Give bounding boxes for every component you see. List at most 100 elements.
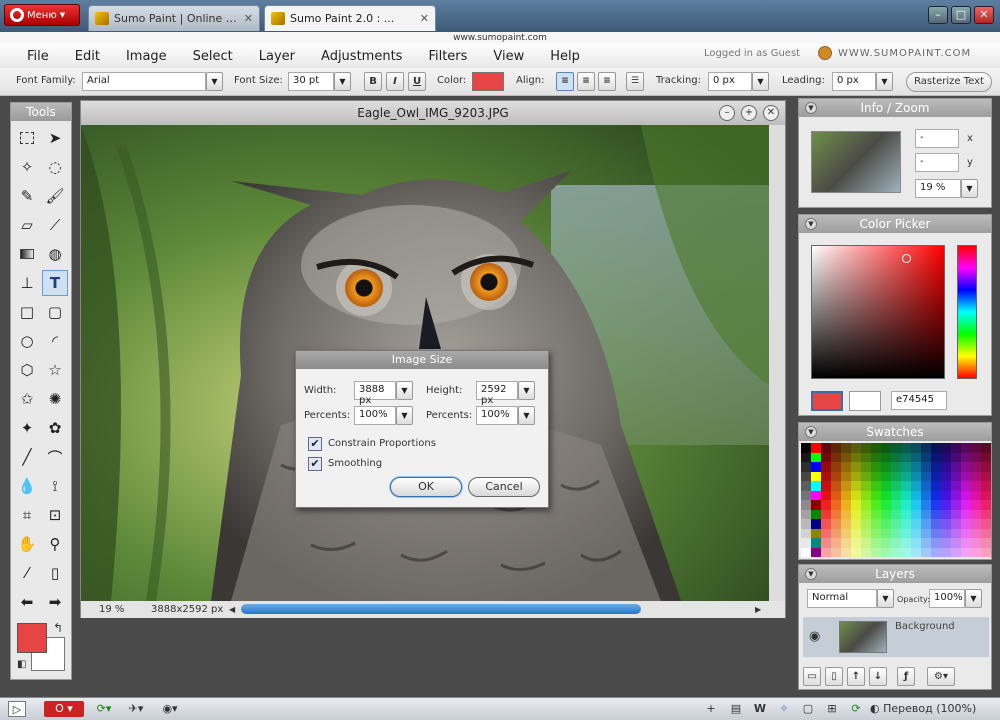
swatch-cell[interactable]: [901, 462, 911, 472]
horizontal-scroll-thumb[interactable]: [241, 604, 641, 614]
swatch-cell[interactable]: [971, 538, 981, 548]
swatch-cell[interactable]: [971, 490, 981, 500]
swatch-cell[interactable]: [831, 471, 841, 481]
swatch-cell[interactable]: [811, 490, 821, 500]
align-center-button[interactable]: ≡: [577, 72, 595, 91]
swatch-cell[interactable]: [981, 471, 991, 481]
navigator-thumbnail[interactable]: [811, 131, 901, 193]
swatch-cell[interactable]: [931, 547, 941, 557]
menu-help[interactable]: Help: [537, 49, 593, 64]
swatch-cell[interactable]: [821, 452, 831, 462]
swatch-cell[interactable]: [901, 538, 911, 548]
hand-tool-icon[interactable]: ✋: [14, 531, 40, 557]
collapse-icon[interactable]: ▼: [805, 218, 817, 230]
menu-view[interactable]: View: [480, 49, 537, 64]
delete-layer-icon[interactable]: ▯: [825, 667, 843, 686]
doc-close-icon[interactable]: ✕: [763, 105, 779, 121]
swatch-cell[interactable]: [871, 490, 881, 500]
swatch-cell[interactable]: [861, 538, 871, 548]
zoom-input[interactable]: 19 %: [915, 179, 961, 198]
swatch-cell[interactable]: [931, 509, 941, 519]
swatch-cell[interactable]: [951, 452, 961, 462]
swatch-cell[interactable]: [971, 443, 981, 453]
minimize-button[interactable]: –: [928, 6, 948, 24]
collapse-icon[interactable]: ▼: [805, 426, 817, 438]
new-layer-icon[interactable]: ▭: [803, 667, 821, 686]
font-family-input[interactable]: Arial: [82, 72, 206, 91]
swatch-cell[interactable]: [871, 500, 881, 510]
swatch-cell[interactable]: [951, 443, 961, 453]
add-icon[interactable]: +: [704, 701, 718, 717]
swatch-cell[interactable]: [821, 538, 831, 548]
swatch-cell[interactable]: [941, 509, 951, 519]
swatch-cell[interactable]: [831, 452, 841, 462]
swatch-cell[interactable]: [821, 462, 831, 472]
leading-input[interactable]: 0 px: [832, 72, 876, 91]
swatch-cell[interactable]: [891, 547, 901, 557]
ellipse-tool-icon[interactable]: ○: [14, 328, 40, 354]
swatch-cell[interactable]: [911, 519, 921, 529]
panel-toggle-icon[interactable]: ▷: [8, 701, 26, 717]
text-color-swatch[interactable]: [472, 72, 504, 91]
fill-tool-icon[interactable]: ◍: [42, 241, 68, 267]
cancel-button[interactable]: Cancel: [468, 477, 540, 497]
tracking-input[interactable]: 0 px: [708, 72, 752, 91]
star-tool-icon[interactable]: ☆: [42, 357, 68, 383]
swatch-cell[interactable]: [951, 471, 961, 481]
swatch-cell[interactable]: [821, 509, 831, 519]
swatch-cell[interactable]: [881, 490, 891, 500]
swatch-cell[interactable]: [951, 462, 961, 472]
swatch-cell[interactable]: [961, 471, 971, 481]
swatch-cell[interactable]: [801, 547, 811, 557]
swatch-cell[interactable]: [911, 471, 921, 481]
italic-button[interactable]: I: [386, 72, 404, 91]
opera-menu-button[interactable]: Меню ▼: [4, 4, 80, 26]
swatch-cell[interactable]: [911, 528, 921, 538]
swatch-cell[interactable]: [941, 547, 951, 557]
swatch-cell[interactable]: [871, 547, 881, 557]
swatch-cell[interactable]: [981, 538, 991, 548]
swatch-cell[interactable]: [951, 481, 961, 491]
swatch-cell[interactable]: [931, 471, 941, 481]
collapse-icon[interactable]: ▼: [805, 568, 817, 580]
height-unit-dropdown[interactable]: ▼: [518, 381, 535, 400]
width-input[interactable]: 3888 px: [354, 381, 396, 406]
swatch-cell[interactable]: [891, 538, 901, 548]
polygon-tool-icon[interactable]: ⬡: [14, 357, 40, 383]
underline-button[interactable]: U: [408, 72, 426, 91]
document-icon[interactable]: ▢: [800, 701, 816, 717]
window-close-button[interactable]: ✕: [974, 6, 994, 24]
menu-layer[interactable]: Layer: [246, 49, 308, 64]
blend-mode-dropdown[interactable]: ▼: [877, 589, 894, 608]
swatch-cell[interactable]: [811, 519, 821, 529]
swatch-cell[interactable]: [831, 462, 841, 472]
rounded-rect-tool-icon[interactable]: ▢: [42, 299, 68, 325]
swatch-cell[interactable]: [851, 443, 861, 453]
swatch-cell[interactable]: [971, 519, 981, 529]
swatch-cell[interactable]: [881, 519, 891, 529]
swatch-cell[interactable]: [841, 528, 851, 538]
color-cursor[interactable]: [902, 254, 911, 263]
swatch-cell[interactable]: [891, 500, 901, 510]
move-layer-down-icon[interactable]: ↓: [869, 667, 887, 686]
swatch-cell[interactable]: [931, 452, 941, 462]
swatch-cell[interactable]: [891, 471, 901, 481]
swatch-cell[interactable]: [851, 462, 861, 472]
hex-input[interactable]: e74545: [891, 391, 947, 410]
height-input[interactable]: 2592 px: [476, 381, 518, 406]
swatch-cell[interactable]: [951, 528, 961, 538]
opera-unite-icon[interactable]: ◉▾: [156, 701, 184, 717]
swatch-cell[interactable]: [921, 519, 931, 529]
swatch-cell[interactable]: [811, 509, 821, 519]
eraser-tool-icon[interactable]: ▱: [14, 212, 40, 238]
swatch-cell[interactable]: [971, 462, 981, 472]
swatch-cell[interactable]: [971, 452, 981, 462]
opera-logo-icon[interactable]: O ▾: [44, 701, 84, 717]
swatch-cell[interactable]: [841, 452, 851, 462]
swatch-cell[interactable]: [821, 471, 831, 481]
menu-select[interactable]: Select: [180, 49, 246, 64]
swatch-cell[interactable]: [811, 528, 821, 538]
swatch-cell[interactable]: [921, 509, 931, 519]
swatch-cell[interactable]: [871, 509, 881, 519]
swatch-cell[interactable]: [821, 547, 831, 557]
